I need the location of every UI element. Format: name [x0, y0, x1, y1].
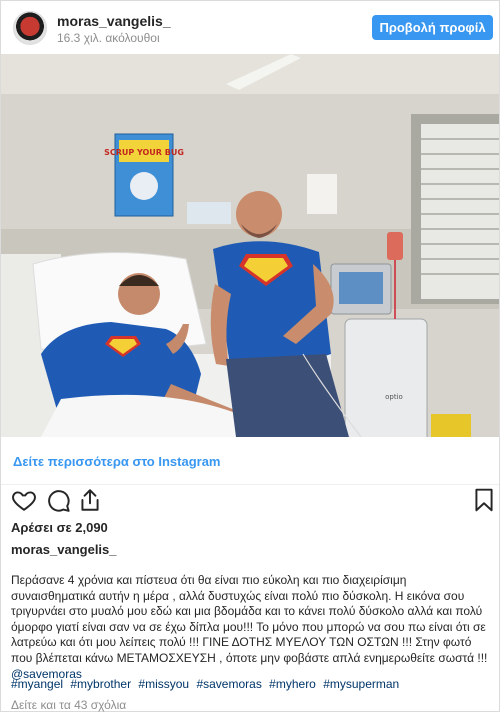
- caption-text: Περάσανε 4 χρόνια και πίστευα ότι θα είν…: [11, 573, 493, 682]
- machine-brand: optio: [385, 393, 403, 401]
- post-photo[interactable]: SCRUP YOUR BUG optio: [1, 54, 499, 437]
- follower-count: 16.3 χιλ. ακόλουθοι: [57, 31, 160, 45]
- hashtag-link[interactable]: #mybrother: [70, 677, 131, 691]
- see-more-on-instagram-link[interactable]: Δείτε περισσότερα στο Instagram: [13, 454, 221, 469]
- post-header: moras_vangelis_ 16.3 χιλ. ακόλουθοι Προβ…: [1, 1, 499, 53]
- hashtag-link[interactable]: #missyou: [138, 677, 189, 691]
- caption-username[interactable]: moras_vangelis_: [11, 542, 117, 557]
- share-icon[interactable]: [77, 487, 103, 513]
- like-count[interactable]: Αρέσει σε 2,090: [11, 520, 108, 535]
- poster-text: SCRUP YOUR BUG: [104, 148, 184, 157]
- caption-body: Περάσανε 4 χρόνια και πίστευα ότι θα είν…: [11, 573, 488, 665]
- hashtag-link[interactable]: #myhero: [269, 677, 316, 691]
- hashtag-link[interactable]: #mysuperman: [323, 677, 399, 691]
- bookmark-icon[interactable]: [471, 487, 497, 513]
- instagram-embed-card: moras_vangelis_ 16.3 χιλ. ακόλουθοι Προβ…: [0, 0, 500, 712]
- hashtag-list: #myangel #mybrother #missyou #savemoras …: [11, 677, 493, 691]
- see-more-section: Δείτε περισσότερα στο Instagram: [1, 438, 499, 485]
- comment-icon[interactable]: [45, 487, 71, 513]
- username-link[interactable]: moras_vangelis_: [57, 13, 171, 29]
- hashtag-link[interactable]: #savemoras: [196, 677, 261, 691]
- hashtag-link[interactable]: #myangel: [11, 677, 63, 691]
- view-profile-button[interactable]: Προβολή προφίλ: [372, 15, 493, 40]
- action-bar: [1, 485, 499, 517]
- avatar[interactable]: [13, 11, 47, 45]
- hospital-photo-illustration: SCRUP YOUR BUG optio: [1, 54, 499, 437]
- heart-icon[interactable]: [11, 487, 37, 513]
- view-comments-link[interactable]: Δείτε και τα 43 σχόλια: [11, 698, 126, 712]
